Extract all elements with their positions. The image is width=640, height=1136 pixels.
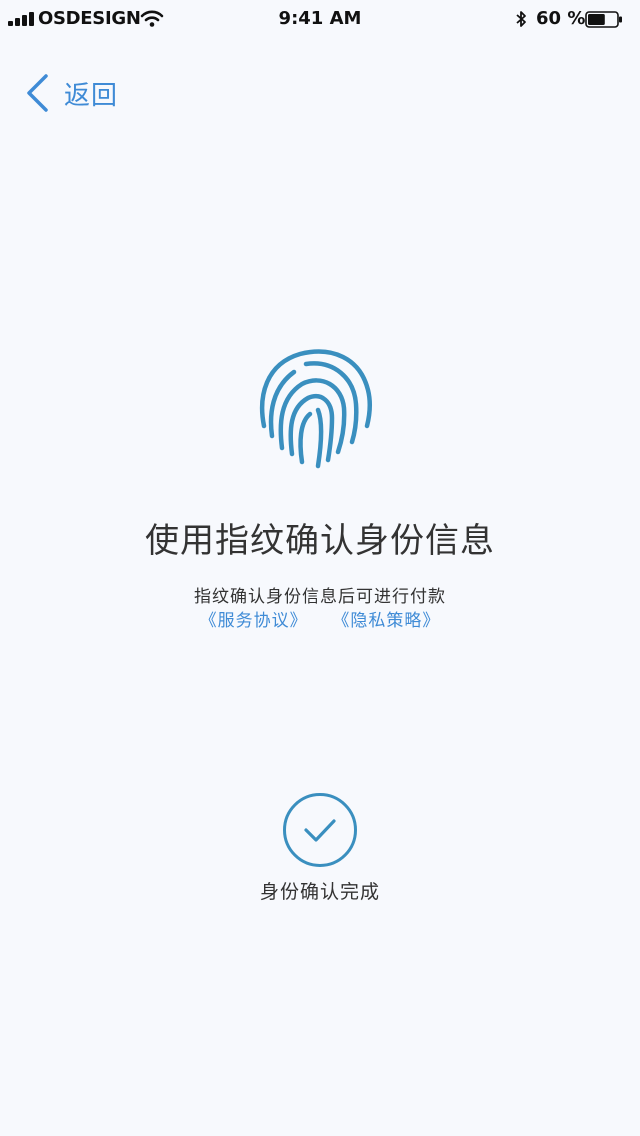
battery-icon [585, 11, 622, 28]
check-circle-icon[interactable] [282, 792, 358, 868]
back-label: 返回 [64, 80, 119, 111]
completion-label: 身份确认完成 [259, 881, 380, 903]
status-bar: OSDESIGN 9:41 AM 60 % [0, 0, 640, 40]
agreement-links: 《服务协议》 《隐私策略》 [0, 606, 640, 631]
back-button[interactable]: 返回 [24, 70, 134, 116]
service-agreement-link[interactable]: 《服务协议》 [200, 611, 308, 631]
privacy-policy-link[interactable]: 《隐私策略》 [332, 611, 440, 631]
page-title: 使用指纹确认身份信息 [145, 521, 495, 561]
battery-percent: 60 % [536, 8, 586, 29]
chevron-left-icon [27, 74, 48, 112]
fingerprint-icon[interactable] [256, 346, 376, 470]
bluetooth-icon [516, 11, 526, 27]
page-subtitle: 指纹确认身份信息后可进行付款 [194, 587, 446, 607]
